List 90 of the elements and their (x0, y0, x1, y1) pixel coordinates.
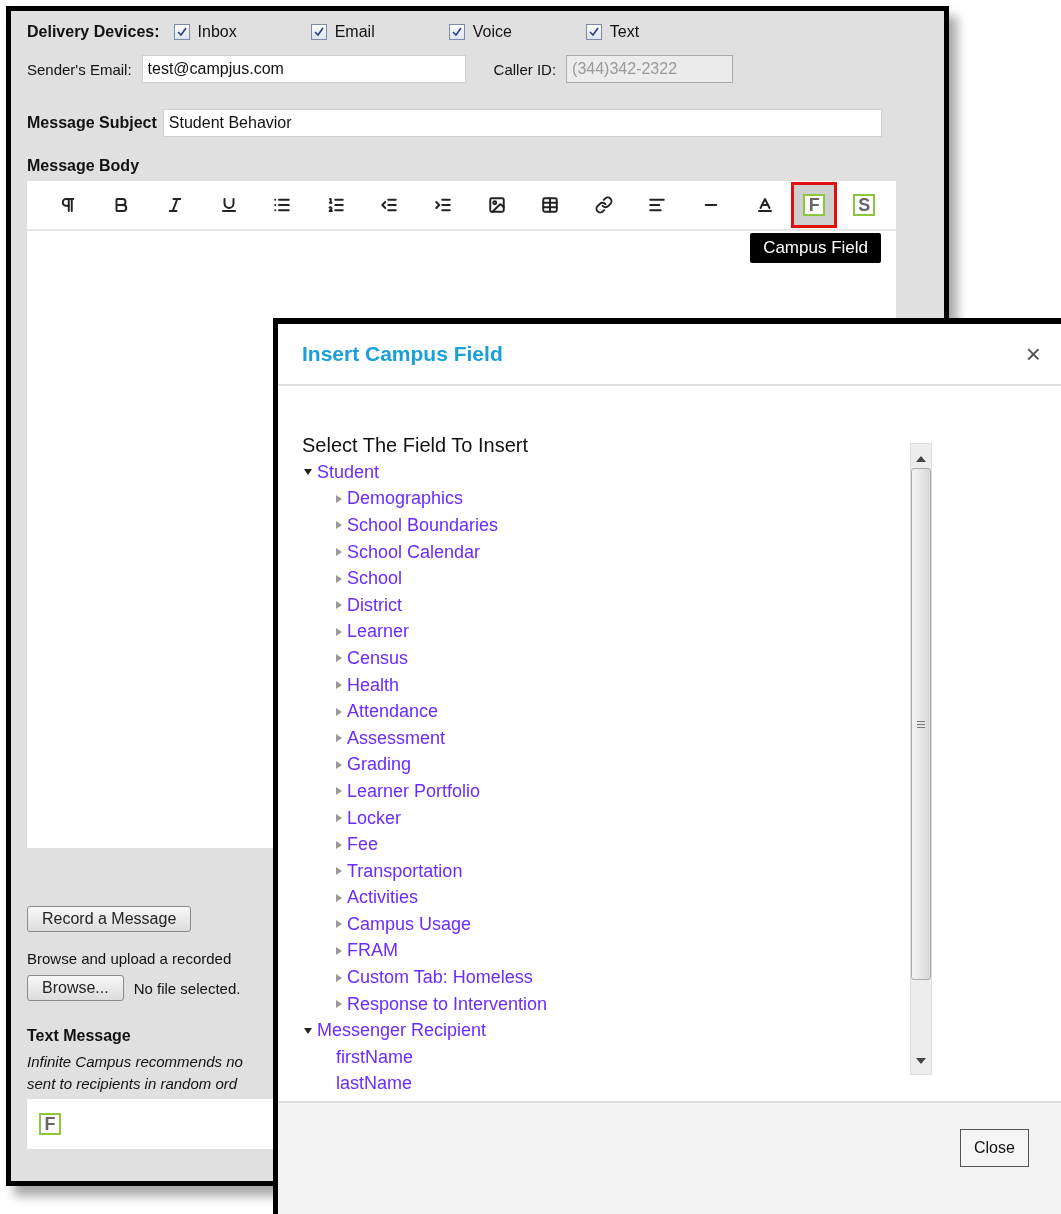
insert-field-button[interactable]: S (841, 182, 888, 228)
collapsed-caret-icon[interactable] (336, 920, 342, 929)
tree-item-link[interactable]: Locker (347, 807, 402, 829)
message-body-label: Message Body (27, 157, 140, 175)
recommendation-note: sent to recipients in random ord (27, 1074, 238, 1094)
indent-icon[interactable] (433, 196, 452, 214)
scroll-thumb[interactable] (911, 468, 931, 980)
collapsed-caret-icon[interactable] (336, 734, 342, 743)
dialog-title: Insert Campus Field (302, 342, 503, 366)
scrollbar[interactable] (910, 443, 932, 1075)
dialog-prompt: Select The Field To Insert (302, 434, 530, 457)
tree-item-link[interactable]: Transportation (347, 860, 463, 882)
collapsed-caret-icon[interactable] (336, 760, 342, 769)
collapsed-caret-icon[interactable] (336, 627, 342, 636)
table-icon[interactable] (541, 196, 560, 214)
checkbox-label: Inbox (197, 23, 237, 41)
tooltip: Campus Field (750, 233, 881, 263)
tree-item-link[interactable]: Messenger Recipient (317, 1020, 487, 1042)
insert-field-button[interactable]: F (791, 182, 838, 228)
expanded-caret-icon[interactable] (304, 469, 312, 476)
tree-item-link[interactable]: Campus Usage (347, 913, 472, 935)
recommendation-note: Infinite Campus recommends no (27, 1052, 243, 1072)
collapsed-caret-icon[interactable] (336, 814, 342, 822)
expanded-caret-icon[interactable] (304, 1027, 312, 1034)
tree-item-link[interactable]: Student (317, 461, 380, 483)
senders-email-field[interactable]: test@campjus.com (141, 55, 466, 83)
link-icon[interactable] (594, 196, 613, 214)
tree-item-link[interactable]: Grading (347, 754, 412, 776)
tree-item-link[interactable]: Activities (347, 887, 418, 909)
checkbox-label: Voice (472, 23, 512, 41)
collapsed-caret-icon[interactable] (336, 494, 342, 503)
tree-item-link[interactable]: Census (347, 647, 409, 669)
checkbox[interactable] (173, 24, 190, 40)
text-message-label: Text Message (27, 1027, 131, 1045)
collapsed-caret-icon[interactable] (336, 947, 342, 955)
collapsed-caret-icon[interactable] (336, 601, 342, 610)
outdent-icon[interactable] (380, 196, 399, 214)
text-color-icon[interactable] (755, 196, 774, 214)
message-subject-label: Message Subject (27, 114, 157, 132)
checkbox-label: Text (609, 23, 640, 41)
collapsed-caret-icon[interactable] (336, 840, 342, 849)
collapsed-caret-icon[interactable] (336, 654, 342, 663)
numbered-list-icon[interactable] (326, 196, 345, 214)
bullet-list-icon[interactable] (273, 196, 292, 214)
tree-item-link[interactable]: School (347, 568, 403, 590)
collapsed-caret-icon[interactable] (336, 681, 342, 690)
tree-item-link[interactable]: Attendance (347, 701, 439, 723)
collapsed-caret-icon[interactable] (336, 893, 342, 902)
underline-icon[interactable] (219, 196, 238, 214)
collapsed-caret-icon[interactable] (336, 548, 342, 557)
scroll-down-icon[interactable] (916, 1058, 926, 1064)
collapsed-caret-icon[interactable] (336, 574, 342, 583)
tree-item-link[interactable]: lastName (336, 1073, 413, 1093)
tree-item-link[interactable]: School Calendar (347, 541, 481, 563)
browse-button[interactable]: Browse... (27, 975, 124, 1001)
scroll-up-icon[interactable] (916, 456, 926, 462)
checkbox-label: Email (334, 23, 375, 41)
tree-item-link[interactable]: Response to Intervention (347, 993, 548, 1015)
record-message-button[interactable]: Record a Message (27, 906, 192, 932)
tree-item-link[interactable]: Health (347, 674, 400, 696)
tree-item-link[interactable]: FRAM (347, 940, 398, 962)
senders-email-label: Sender's Email: (27, 60, 132, 78)
checkbox[interactable] (585, 24, 602, 40)
message-subject-field[interactable]: Student Behavior (162, 109, 882, 137)
tree-item-link[interactable]: School Boundaries (347, 515, 499, 536)
collapsed-caret-icon[interactable] (336, 1000, 342, 1009)
tree-item-link[interactable]: Demographics (347, 488, 464, 510)
tree-item-link[interactable]: Fee (347, 834, 379, 856)
tree-item-link[interactable]: Learner Portfolio (347, 780, 481, 802)
upload-instructions: Browse and upload a recorded (27, 950, 232, 967)
close-button[interactable]: Close (960, 1129, 1029, 1167)
collapsed-caret-icon[interactable] (336, 867, 342, 876)
collapsed-caret-icon[interactable] (336, 787, 342, 796)
file-status-text: No file selected. (133, 979, 241, 997)
delivery-devices-label: Delivery Devices: (27, 23, 160, 41)
tree-item-link[interactable]: Assessment (347, 727, 446, 749)
checkbox[interactable] (310, 24, 327, 40)
tree-item-link[interactable]: Learner (347, 621, 410, 643)
tree-item-link[interactable]: District (347, 594, 402, 616)
tree-item-link[interactable]: firstName (336, 1046, 413, 1068)
image-icon[interactable] (487, 196, 506, 214)
caller-id-label: Caller ID: (493, 60, 557, 78)
collapsed-caret-icon[interactable] (336, 521, 342, 530)
align-left-icon[interactable] (648, 196, 667, 214)
tree-item-link[interactable]: Custom Tab: Homeless (347, 967, 533, 989)
insert-field-button[interactable]: F (39, 1113, 61, 1135)
checkbox[interactable] (448, 24, 465, 40)
collapsed-caret-icon[interactable] (336, 707, 342, 716)
italic-icon[interactable] (166, 196, 184, 214)
collapsed-caret-icon[interactable] (336, 973, 342, 982)
